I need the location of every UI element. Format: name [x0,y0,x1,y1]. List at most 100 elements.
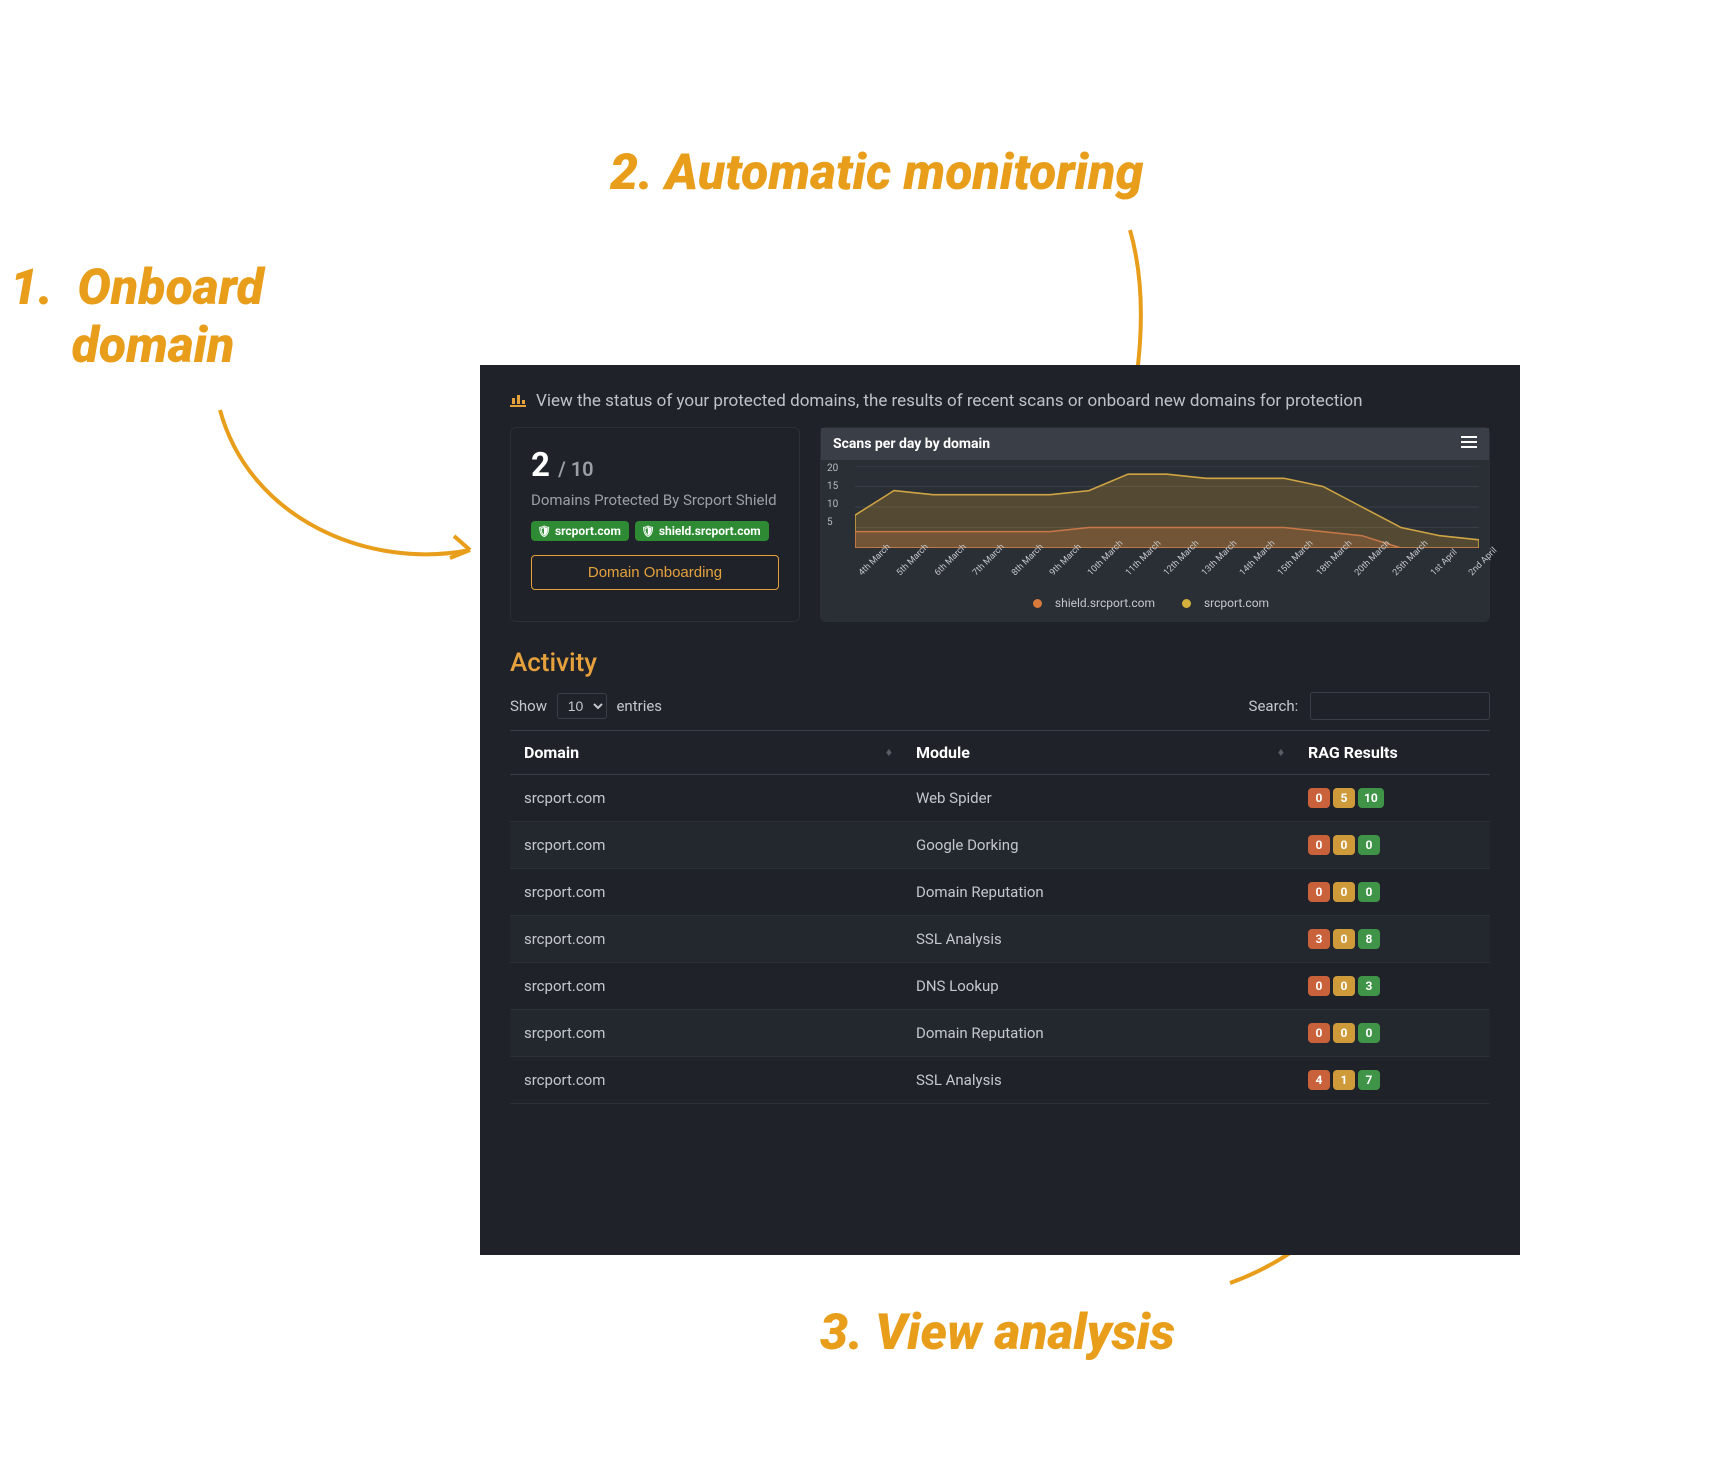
rag-amber-badge: 0 [1333,882,1355,902]
entries-label: entries [616,697,662,715]
callout-view-analysis: 3. View analysis [820,1305,1175,1363]
activity-table: Domain ♦ Module ♦ RAG Results srcport.co… [510,730,1490,1104]
sort-icon: ♦ [886,745,892,759]
chart-menu-icon[interactable] [1461,436,1477,452]
x-axis-tick: 18th March [1315,564,1329,578]
show-label: Show [510,697,547,715]
rag-red-badge: 3 [1308,929,1330,949]
entries-select[interactable]: 10 [557,693,607,719]
chart-y-axis-labels: 20 15 10 5 [827,464,838,536]
table-row[interactable]: srcport.comSSL Analysis417 [510,1056,1490,1103]
domains-total: / 10 [558,457,593,481]
cell-domain: srcport.com [510,1009,902,1056]
rag-red-badge: 0 [1308,976,1330,996]
cell-module: Web Spider [902,774,1294,821]
bar-chart-icon [510,392,526,411]
domain-badge-label: srcport.com [555,524,621,538]
chart-legend: shield.srcport.com srcport.com [821,590,1489,621]
x-axis-tick: 5th March [895,564,909,578]
chart-title: Scans per day by domain [833,436,990,452]
x-axis-tick: 25th March [1391,564,1405,578]
rag-green-badge: 0 [1358,1023,1380,1043]
rag-green-badge: 3 [1358,976,1380,996]
column-header-module[interactable]: Module ♦ [902,730,1294,774]
table-row[interactable]: srcport.comDNS Lookup003 [510,962,1490,1009]
cell-domain: srcport.com [510,962,902,1009]
legend-dot-icon [1182,599,1191,608]
x-axis-tick: 10th March [1086,564,1100,578]
cell-rag: 417 [1294,1056,1490,1103]
rag-green-badge: 10 [1358,788,1384,808]
rag-red-badge: 4 [1308,1070,1330,1090]
table-row[interactable]: srcport.comSSL Analysis308 [510,915,1490,962]
cell-rag: 308 [1294,915,1490,962]
cell-domain: srcport.com [510,821,902,868]
rag-red-badge: 0 [1308,882,1330,902]
x-axis-tick: 20th March [1353,564,1367,578]
rag-amber-badge: 0 [1333,1023,1355,1043]
x-axis-tick: 11th March [1124,564,1138,578]
rag-amber-badge: 5 [1333,788,1355,808]
domains-subtitle: Domains Protected By Srcport Shield [531,491,779,509]
domains-protected-card: 2 / 10 Domains Protected By Srcport Shie… [510,427,800,622]
cell-rag: 000 [1294,821,1490,868]
rag-amber-badge: 1 [1333,1070,1355,1090]
table-row[interactable]: srcport.comGoogle Dorking000 [510,821,1490,868]
column-header-domain[interactable]: Domain ♦ [510,730,902,774]
rag-green-badge: 8 [1358,929,1380,949]
column-header-label: Domain [524,743,579,762]
x-axis-tick: 9th March [1048,564,1062,578]
cell-module: SSL Analysis [902,1056,1294,1103]
callout-onboard-domain: 1. Onboard domain [10,260,264,375]
x-axis-tick: 12th March [1162,564,1176,578]
x-axis-tick: 13th March [1200,564,1214,578]
shield-icon: 🛡 [641,525,655,538]
domain-onboarding-button[interactable]: Domain Onboarding [531,555,779,590]
legend-label: srcport.com [1204,596,1269,610]
cell-rag: 000 [1294,1009,1490,1056]
cell-module: DNS Lookup [902,962,1294,1009]
cell-rag: 003 [1294,962,1490,1009]
x-axis-tick: 15th March [1276,564,1290,578]
cell-rag: 000 [1294,868,1490,915]
rag-green-badge: 0 [1358,835,1380,855]
table-row[interactable]: srcport.comDomain Reputation000 [510,868,1490,915]
cell-domain: srcport.com [510,1056,902,1103]
domain-badge-label: shield.srcport.com [659,524,761,538]
dashboard-panel: View the status of your protected domain… [480,365,1520,1255]
column-header-label: RAG Results [1308,743,1398,762]
x-axis-tick: 2nd April [1467,564,1481,578]
domain-badge[interactable]: 🛡 shield.srcport.com [635,521,769,541]
column-header-rag[interactable]: RAG Results [1294,730,1490,774]
shield-icon: 🛡 [537,525,551,538]
x-axis-tick: 7th March [971,564,985,578]
sort-icon: ♦ [1278,745,1284,759]
intro-text-row: View the status of your protected domain… [510,391,1490,411]
domain-badge[interactable]: 🛡 srcport.com [531,521,629,541]
search-label: Search: [1249,697,1299,715]
entries-control: Show 10 entries [510,693,662,719]
cell-domain: srcport.com [510,774,902,821]
arrow-to-onboard [190,400,490,600]
cell-module: SSL Analysis [902,915,1294,962]
search-control: Search: [1249,692,1490,720]
rag-red-badge: 0 [1308,788,1330,808]
rag-green-badge: 0 [1358,882,1380,902]
legend-label: shield.srcport.com [1055,596,1155,610]
intro-text: View the status of your protected domain… [536,391,1363,411]
x-axis-tick: 8th March [1010,564,1024,578]
rag-green-badge: 7 [1358,1070,1380,1090]
search-input[interactable] [1310,692,1490,720]
activity-heading: Activity [510,648,1490,678]
legend-dot-icon [1033,599,1042,608]
cell-domain: srcport.com [510,915,902,962]
rag-red-badge: 0 [1308,835,1330,855]
rag-amber-badge: 0 [1333,835,1355,855]
domains-count: 2 [531,446,550,485]
cell-domain: srcport.com [510,868,902,915]
table-row[interactable]: srcport.comDomain Reputation000 [510,1009,1490,1056]
cell-module: Google Dorking [902,821,1294,868]
table-row[interactable]: srcport.comWeb Spider 0510 [510,774,1490,821]
x-axis-tick: 6th March [933,564,947,578]
cell-module: Domain Reputation [902,1009,1294,1056]
